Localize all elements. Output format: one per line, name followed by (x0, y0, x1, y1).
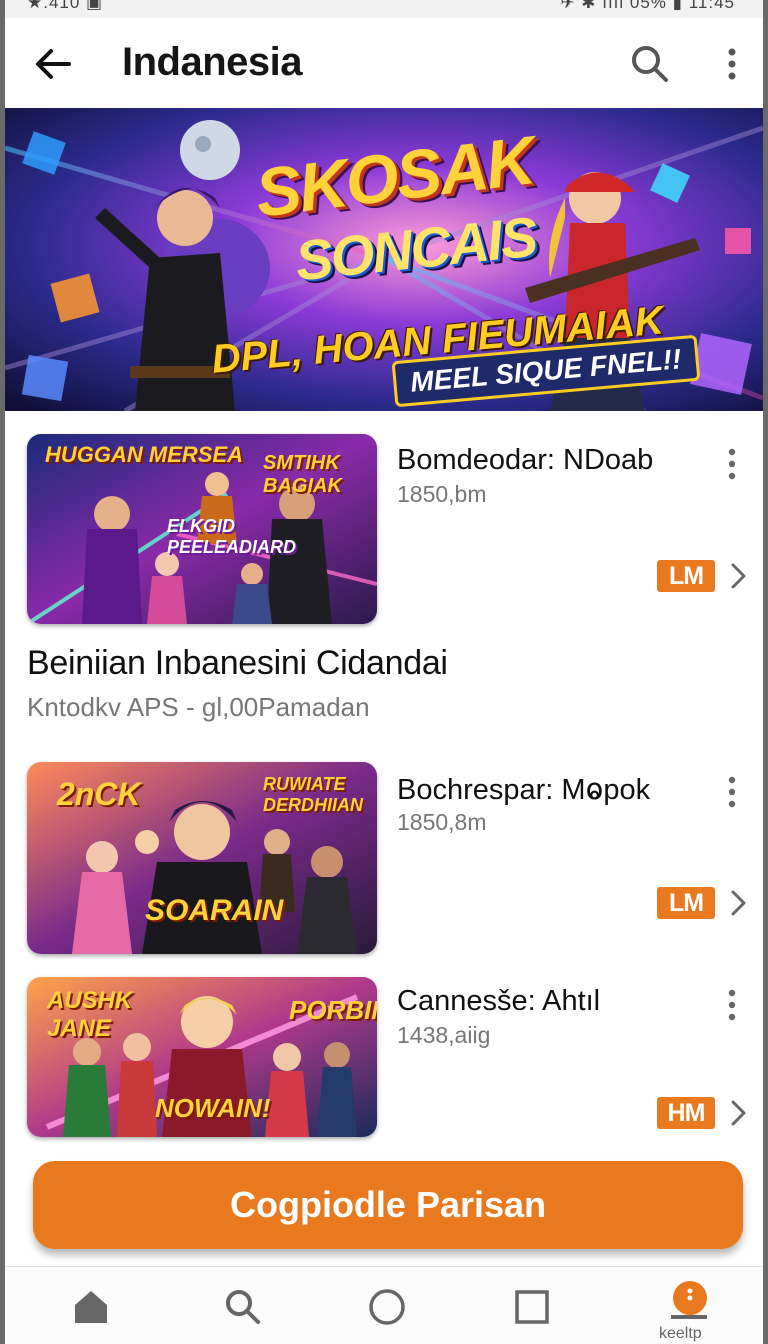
item-thumbnail[interactable]: HUGGAN MERSEA SMTIHK BAGIAK ELKGID PEELE… (27, 434, 377, 624)
search-icon (632, 46, 668, 82)
thumb-caption-a: HUGGAN MERSEA (45, 442, 244, 467)
item-open-button[interactable] (726, 887, 750, 919)
chevron-right-icon (731, 1100, 746, 1126)
item-title: Bochrespar: Mⱺpok (397, 774, 651, 806)
back-button[interactable] (31, 42, 75, 86)
hero-text-layer: SKOSAK SONCAIS DPL, HOAN FIEUMAIAK MEEL … (5, 108, 763, 411)
item-more-button[interactable] (717, 772, 747, 812)
section-subtitle: Kntodkv APS - gl,00Pamadan (27, 692, 370, 722)
item-title: Bomdeodar: NDoab (397, 444, 654, 476)
app-bar: Indanesia (5, 18, 763, 108)
item-open-button[interactable] (726, 560, 750, 592)
bottom-navigation: keeltp (5, 1266, 763, 1344)
nav-home-circle[interactable] (365, 1285, 409, 1329)
item-subtitle: 1438,aiig (397, 1022, 491, 1048)
status-right: ✈ ✱ ıııl 05% ▮ 11:45 (560, 0, 735, 12)
item-open-button[interactable] (726, 1097, 750, 1129)
back-arrow-icon (36, 49, 71, 79)
search-icon (226, 1290, 260, 1324)
list-item[interactable]: HUGGAN MERSEA SMTIHK BAGIAK ELKGID PEELE… (5, 434, 763, 628)
home-icon (75, 1291, 107, 1323)
nav-recents[interactable] (510, 1285, 554, 1329)
list-item[interactable]: 2nCK RUWIATE DERDHIIAN SOARAIN Bochrespa… (5, 762, 763, 956)
thumb-caption-a: AUSHK JANE (47, 987, 133, 1042)
item-subtitle: 1850,bm (397, 481, 487, 507)
item-title: Cannesše: Ahtıl (397, 985, 601, 1017)
thumb-caption-c: NOWAIN! (155, 1093, 271, 1123)
chevron-right-icon (731, 563, 746, 589)
dots-icon (687, 1288, 693, 1301)
thumb-caption-b: RUWIATE DERDHIIAN (263, 774, 364, 815)
item-badge: LM (657, 560, 715, 592)
thumb-caption-a: 2nCK (57, 776, 141, 812)
nav-home[interactable] (69, 1285, 113, 1329)
hero-banner[interactable]: SKOSAK SONCAIS DPL, HOAN FIEUMAIAK MEEL … (5, 108, 763, 411)
chevron-right-icon (731, 890, 746, 916)
item-thumbnail[interactable]: AUSHK JANE PORBIN NOWAIN! (27, 977, 377, 1137)
more-vert-icon (728, 776, 736, 808)
nav-search[interactable] (221, 1285, 265, 1329)
notification-badge (673, 1281, 707, 1315)
status-bar: ★.410 ▣ ✈ ✱ ıııl 05% ▮ 11:45 (5, 0, 763, 18)
more-vert-icon (728, 448, 736, 480)
thumb-caption-b: PORBIN (289, 995, 377, 1025)
list-item[interactable]: AUSHK JANE PORBIN NOWAIN! Cannesše: Ahtı… (5, 977, 763, 1141)
item-badge: HM (657, 1097, 715, 1129)
item-thumbnail[interactable]: 2nCK RUWIATE DERDHIIAN SOARAIN (27, 762, 377, 954)
thumb-caption-c: ELKGID PEELEADIARD (167, 516, 297, 557)
app-screen: ★.410 ▣ ✈ ✱ ıııl 05% ▮ 11:45 Indanesia S… (5, 0, 763, 1344)
item-more-button[interactable] (717, 444, 747, 484)
more-options-button[interactable] (717, 42, 747, 86)
nav-profile-label: keeltp (659, 1325, 702, 1342)
item-badge: LM (657, 887, 715, 919)
circle-icon (369, 1289, 405, 1325)
search-button[interactable] (628, 42, 672, 86)
more-vert-icon (728, 48, 736, 80)
thumb-caption-b: SMTIHK BAGIAK (263, 452, 342, 497)
page-title: Indanesia (122, 40, 303, 84)
thumb-caption-c: SOARAIN (145, 894, 284, 927)
primary-cta-button[interactable]: Cogpiodle Parisan (33, 1161, 743, 1249)
more-vert-icon (728, 989, 736, 1021)
status-left: ★.410 ▣ (27, 0, 104, 12)
section-title: Beiniian Inbanesini Cidandai (27, 644, 448, 682)
item-more-button[interactable] (717, 985, 747, 1025)
item-subtitle: 1850,8m (397, 809, 487, 835)
square-icon (515, 1290, 549, 1324)
